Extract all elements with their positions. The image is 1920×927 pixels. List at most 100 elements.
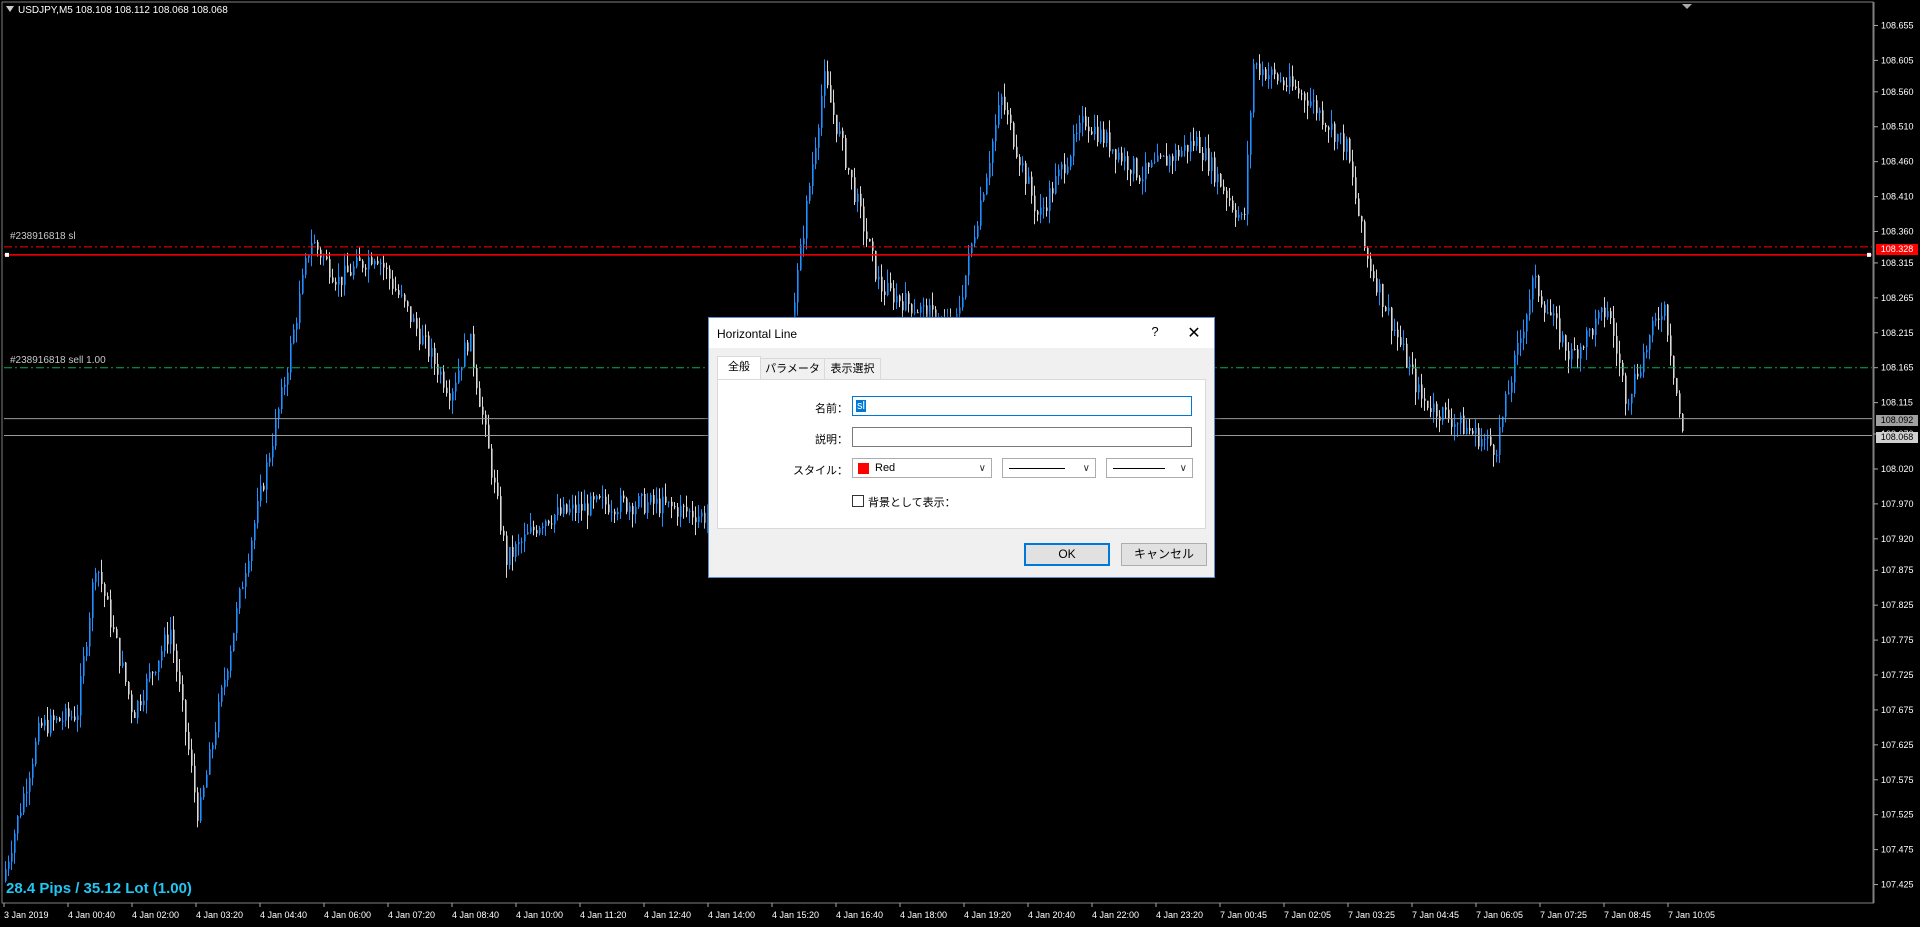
- candle-body: [11, 852, 13, 862]
- candle-body: [809, 185, 811, 201]
- candle-body: [1610, 311, 1612, 319]
- candle-body: [35, 741, 37, 765]
- candle-body: [77, 715, 79, 720]
- candle-body: [95, 572, 97, 583]
- candle-body: [638, 496, 640, 507]
- ok-button[interactable]: OK: [1024, 543, 1110, 566]
- candle-body: [1301, 93, 1303, 95]
- candle-body: [1661, 315, 1663, 320]
- tab-general[interactable]: 全般: [717, 356, 761, 379]
- description-field[interactable]: [852, 427, 1192, 447]
- background-checkbox[interactable]: [852, 495, 864, 507]
- candle-body: [311, 243, 313, 255]
- tab-visualization[interactable]: 表示選択: [824, 358, 881, 379]
- candle-body: [464, 342, 466, 367]
- candle-body: [332, 277, 334, 282]
- candle-body: [320, 249, 322, 258]
- candle-body: [1193, 140, 1195, 146]
- price-tick-label: 107.725: [1881, 670, 1914, 680]
- candle-body: [428, 335, 430, 357]
- candle-body: [374, 260, 376, 265]
- candle-body: [251, 540, 253, 562]
- candle-body: [242, 586, 244, 589]
- candle-body: [1025, 163, 1027, 184]
- candle-body: [392, 278, 394, 289]
- candle-body: [347, 265, 349, 273]
- candle-body: [1103, 129, 1105, 144]
- candle-body: [821, 95, 823, 128]
- candle-body: [1358, 198, 1360, 217]
- candle-body: [1499, 427, 1501, 455]
- candle-body: [608, 504, 610, 513]
- help-icon[interactable]: ?: [1140, 324, 1170, 342]
- cancel-button[interactable]: キャンセル: [1121, 543, 1207, 566]
- name-field[interactable]: sl: [852, 396, 1192, 416]
- entry-order-label: #238916818 sell 1.00: [10, 355, 106, 366]
- candle-body: [998, 105, 1000, 125]
- candle-body: [326, 256, 328, 260]
- candle-body: [1658, 318, 1660, 320]
- candle-body: [1181, 150, 1183, 157]
- candle-body: [437, 364, 439, 375]
- dialog-titlebar[interactable]: Horizontal Line ? ✕: [709, 318, 1214, 348]
- candle-body: [506, 535, 508, 566]
- line-width-select[interactable]: ∨: [1106, 458, 1193, 478]
- sl-anchor-handle: [1867, 252, 1871, 257]
- time-tick-label: 7 Jan 07:25: [1540, 910, 1587, 920]
- candle-body: [1352, 161, 1354, 178]
- candle-body: [1313, 100, 1315, 102]
- candle-body: [659, 498, 661, 514]
- candle-body: [1355, 177, 1357, 199]
- candle-body: [239, 588, 241, 609]
- candle-body: [692, 510, 694, 518]
- time-tick-label: 4 Jan 23:20: [1156, 910, 1203, 920]
- style-label: スタイル：: [793, 465, 848, 477]
- close-icon[interactable]: ✕: [1179, 323, 1209, 343]
- candle-body: [1481, 439, 1483, 447]
- candle-body: [590, 496, 592, 516]
- price-tick-label: 107.920: [1881, 534, 1914, 544]
- price-tick-label: 107.675: [1881, 705, 1914, 715]
- candle-body: [1529, 299, 1531, 315]
- candle-body: [686, 506, 688, 512]
- description-label: 説明：: [815, 434, 848, 446]
- price-tick-label: 108.460: [1881, 157, 1914, 167]
- color-select-value: Red: [875, 462, 896, 474]
- candle-body: [545, 520, 547, 527]
- candle-body: [1430, 408, 1432, 413]
- collapse-triangle-icon[interactable]: [6, 6, 14, 12]
- time-tick-label: 4 Jan 19:20: [964, 910, 1011, 920]
- candle-body: [1241, 213, 1243, 215]
- price-tick-label: 108.410: [1881, 192, 1914, 202]
- tab-parameters[interactable]: パラメーター: [760, 358, 825, 395]
- candle-body: [1283, 80, 1285, 86]
- candle-body: [1049, 188, 1051, 211]
- candle-body: [923, 305, 925, 307]
- candle-body: [182, 684, 184, 701]
- candle-body: [647, 502, 649, 513]
- candle-body: [89, 617, 91, 647]
- candle-body: [1559, 318, 1561, 343]
- candle-body: [968, 253, 970, 276]
- candle-body: [542, 526, 544, 529]
- candle-body: [413, 318, 415, 322]
- candle-body: [161, 651, 163, 661]
- candle-body: [1673, 355, 1675, 379]
- candle-body: [1229, 198, 1231, 201]
- candle-body: [443, 371, 445, 388]
- candle-body: [536, 530, 538, 534]
- candle-body: [32, 764, 34, 778]
- candle-body: [1394, 329, 1396, 331]
- candle-body: [1595, 318, 1597, 336]
- line-style-select[interactable]: ∨: [1002, 458, 1096, 478]
- candle-body: [1391, 307, 1393, 331]
- candle-body: [119, 637, 121, 666]
- candle-body: [992, 141, 994, 163]
- price-tick-label: 107.970: [1881, 499, 1914, 509]
- candle-body: [188, 731, 190, 750]
- color-select[interactable]: Red ∨: [852, 458, 992, 478]
- candle-body: [1418, 384, 1420, 393]
- candle-body: [1556, 313, 1558, 319]
- candle-body: [869, 239, 871, 242]
- candle-body: [1268, 75, 1270, 80]
